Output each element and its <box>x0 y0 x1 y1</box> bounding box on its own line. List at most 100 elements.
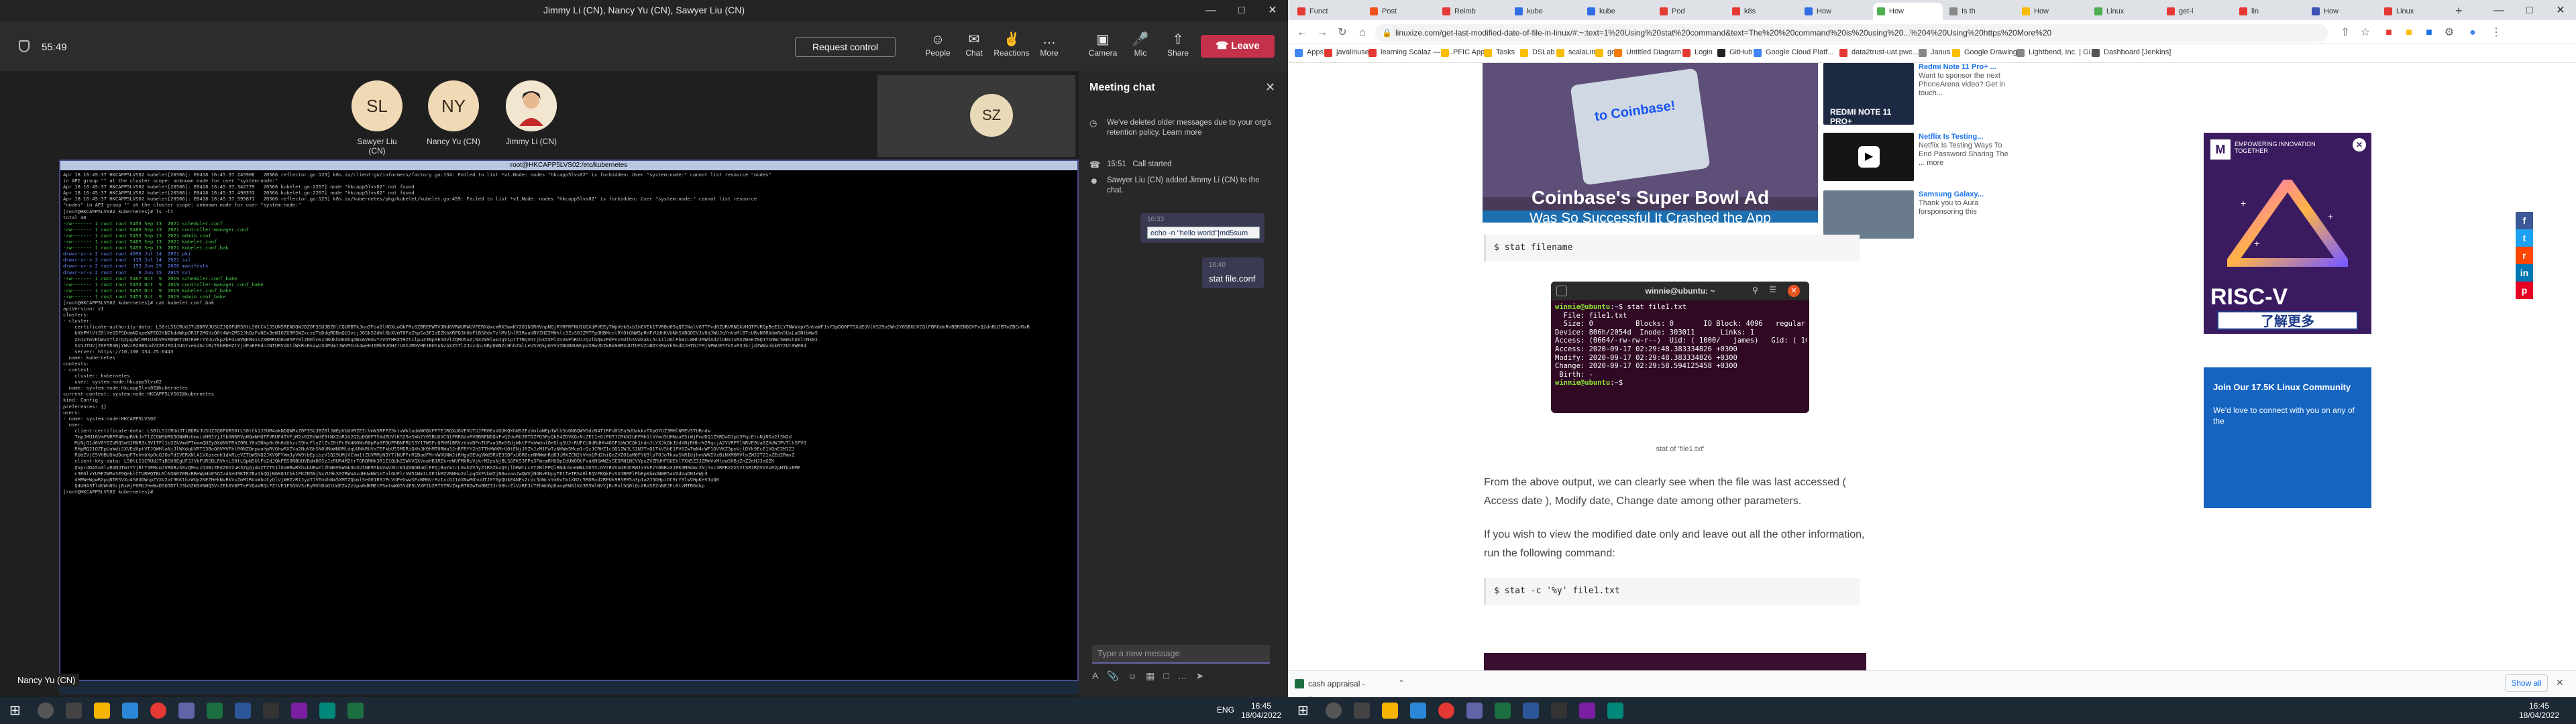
close-icon[interactable]: ✕ <box>1265 80 1275 95</box>
teams-icon[interactable] <box>1466 703 1483 719</box>
app-icon[interactable] <box>1579 703 1595 719</box>
extension-icon[interactable]: ■ <box>2381 25 2396 40</box>
terminal-icon[interactable] <box>263 703 279 719</box>
windows-start-icon[interactable]: ⊞ <box>9 703 25 719</box>
close-icon[interactable]: ✕ <box>2545 0 2576 21</box>
close-ad-icon[interactable]: ✕ <box>2353 138 2366 152</box>
profile-icon[interactable]: ● <box>2465 25 2480 40</box>
leave-button[interactable]: ☎ Leave <box>1201 35 1275 58</box>
home-icon[interactable]: ⌂ <box>1355 25 1370 40</box>
new-tab-icon[interactable]: + <box>2455 4 2463 18</box>
pinterest-icon[interactable]: p <box>2516 282 2533 299</box>
excel-icon[interactable] <box>1495 703 1511 719</box>
browser-tab[interactable]: Funct <box>1293 3 1363 20</box>
browser-tab[interactable]: Linux <box>2090 3 2160 20</box>
video-item[interactable]: Redmi Note 11 Pro+ ... Want to sponsor th… <box>1919 63 2011 125</box>
clock[interactable]: 16:45 18/04/2022 <box>2509 701 2569 720</box>
bookmark-item[interactable]: DSLab <box>1520 48 1555 57</box>
extension-icon[interactable]: ■ <box>2422 25 2436 40</box>
minimize-icon[interactable]: — <box>1195 0 1226 21</box>
terminal-icon[interactable] <box>1551 703 1567 719</box>
outlook-icon[interactable] <box>122 703 138 719</box>
people-button[interactable]: ☺ People <box>919 31 957 64</box>
bookmark-item[interactable]: Dashboard [Jenkins] <box>2092 48 2171 57</box>
app-icon[interactable] <box>291 703 307 719</box>
browser-tab[interactable]: kube <box>1511 3 1580 20</box>
advertisement[interactable]: M EMPOWERING INNOVATION TOGETHER ✕ + + + R… <box>2204 133 2371 334</box>
extension-icon[interactable]: ■ <box>2402 25 2416 40</box>
browser-tab[interactable]: Is th <box>1945 3 2015 20</box>
teams-icon[interactable] <box>178 703 195 719</box>
app-icon[interactable] <box>1607 703 1623 719</box>
mic-button[interactable]: 🎤 Mic <box>1122 31 1159 64</box>
puzzle-icon[interactable]: ⚙ <box>2442 25 2457 40</box>
participant-sawyer[interactable]: SL Sawyer Liu (CN) <box>350 80 404 156</box>
browser-tab[interactable]: kube <box>1583 3 1653 20</box>
system-tray[interactable]: ENG 16:45 18/04/2022 <box>1100 701 1281 720</box>
close-icon[interactable]: ✕ <box>1257 0 1288 21</box>
share-button[interactable]: ⇧ Share <box>1159 31 1197 64</box>
taskview-icon[interactable] <box>66 703 82 719</box>
video-thumbnail[interactable] <box>1823 190 1914 239</box>
camera-button[interactable]: ▣ Camera <box>1084 31 1122 64</box>
bookmark-item[interactable]: Google Drawings <box>1952 48 2021 57</box>
explorer-icon[interactable] <box>94 703 110 719</box>
outlook-icon[interactable] <box>1410 703 1426 719</box>
video-item[interactable]: Netflix Is Testing... Netflix Is Testing … <box>1919 133 2011 181</box>
search-icon[interactable] <box>38 703 54 719</box>
video-item[interactable]: Samsung Galaxy... Thank you to Aura forsp… <box>1919 190 2011 231</box>
bookmark-item[interactable]: data2trust-uat.pwc... <box>1839 48 1919 57</box>
explorer-icon[interactable] <box>1382 703 1398 719</box>
message-input[interactable]: Type a new message <box>1092 645 1270 664</box>
bookmark-item[interactable]: go <box>1595 48 1615 57</box>
sticker-icon[interactable]: □ <box>1163 670 1177 681</box>
community-box[interactable]: Join Our 17.5K Linux Community We'd love… <box>2204 367 2371 508</box>
browser-tab[interactable]: Post <box>1366 3 1436 20</box>
bookmark-item[interactable]: Google Cloud Platf... <box>1754 48 1834 57</box>
hero-image[interactable]: to Coinbase! Coinbase's Super Bowl Ad Wa… <box>1483 63 1818 223</box>
browser-tab[interactable]: k8s <box>1728 3 1798 20</box>
minimize-icon[interactable]: — <box>2483 0 2514 21</box>
app-icon[interactable] <box>319 703 335 719</box>
browser-tab[interactable]: Linux <box>2380 3 2450 20</box>
close-icon[interactable]: ✕ <box>2556 677 2564 688</box>
excel-icon[interactable] <box>347 703 364 719</box>
windows-start-icon[interactable]: ⊞ <box>1297 703 1313 719</box>
browser-tab[interactable]: How <box>2308 3 2377 20</box>
chat-button[interactable]: ✉ Chat <box>955 31 993 64</box>
linkedin-icon[interactable]: in <box>2516 264 2533 282</box>
back-icon[interactable]: ← <box>1295 25 1309 40</box>
bookmark-item[interactable]: scalaLink <box>1556 48 1599 57</box>
gif-icon[interactable]: ▦ <box>1146 670 1163 681</box>
facebook-icon[interactable]: f <box>2516 212 2533 229</box>
learn-more-button[interactable]: 了解更多 <box>2217 311 2358 330</box>
bookmark-item[interactable]: Untitled Diagram -... <box>1614 48 1692 57</box>
bookmark-item[interactable]: Apps <box>1295 48 1324 57</box>
browser-tab[interactable]: How <box>2018 3 2088 20</box>
browser-tab[interactable]: Reimb <box>1438 3 1508 20</box>
browser-tab[interactable]: lin <box>2235 3 2305 20</box>
search-icon[interactable] <box>1326 703 1342 719</box>
video-thumbnail[interactable]: REDMI NOTE 11 PRO+ <box>1823 63 1914 126</box>
reload-icon[interactable]: ↻ <box>1335 25 1350 40</box>
bookmark-item[interactable]: Login <box>1682 48 1713 57</box>
bookmark-item[interactable]: PFIC App <box>1441 48 1485 57</box>
participant-jimmy[interactable]: Jimmy Li (CN) <box>504 80 558 146</box>
word-icon[interactable] <box>235 703 251 719</box>
format-icon[interactable]: A <box>1092 670 1107 681</box>
reactions-button[interactable]: ✌ Reactions <box>993 31 1030 64</box>
maximize-icon[interactable]: □ <box>1226 0 1257 21</box>
bookmark-star-icon[interactable]: ☆ <box>2358 25 2373 40</box>
show-all-button[interactable]: Show all <box>2505 674 2548 692</box>
emoji-icon[interactable]: ☺ <box>1128 670 1146 681</box>
chrome-icon[interactable] <box>1438 703 1454 719</box>
bookmark-item[interactable]: javalinuse <box>1324 48 1369 57</box>
browser-tab[interactable]: How <box>1873 3 1943 20</box>
bookmark-item[interactable]: Janus <box>1919 48 1950 57</box>
attach-icon[interactable]: 📎 <box>1107 670 1127 681</box>
browser-tab[interactable]: get-l <box>2163 3 2233 20</box>
participant-nancy[interactable]: NY Nancy Yu (CN) <box>427 80 480 146</box>
bookmark-item[interactable]: GitHub <box>1717 48 1752 57</box>
more-icon[interactable]: … <box>1178 670 1196 681</box>
maximize-icon[interactable]: □ <box>2514 0 2545 21</box>
